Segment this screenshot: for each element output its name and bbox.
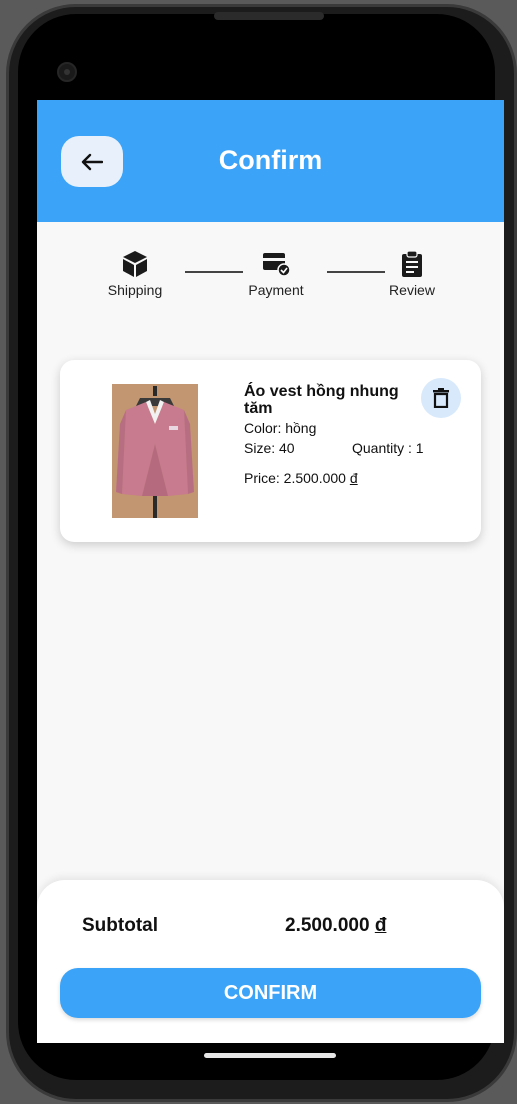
credit-card-check-icon [263,253,291,277]
subtotal-label: Subtotal [82,915,158,936]
trash-icon [433,388,449,408]
price-currency: đ [349,470,358,486]
app-bar: Confirm [37,100,504,222]
cart-item-card[interactable]: Áo vest hồng nhung tăm Color: hồng Size:… [60,360,481,542]
step-connector [327,271,385,273]
pink-suit-jacket-image [112,384,198,518]
subtotal-amount: 2.500.000 [285,915,375,936]
product-size: Size: 40 [244,440,295,456]
checkout-stepper: Shipping Payment Review [37,250,504,310]
phone-speaker-notch [214,12,324,20]
home-indicator[interactable] [204,1053,336,1058]
clipboard-icon [402,250,422,277]
suit-illustration [112,384,198,518]
step-shipping[interactable]: Shipping [97,250,173,298]
product-color: Color: hồng [244,420,317,436]
box-icon [123,251,147,277]
product-price: Price: 2.500.000 đ [244,470,358,486]
confirm-button[interactable]: CONFIRM [60,968,481,1018]
subtotal-currency: đ [374,915,387,936]
app-screen: Confirm Shipping Payment Review Áo vest … [37,100,504,1043]
step-payment[interactable]: Payment [238,250,314,298]
delete-item-button[interactable] [421,378,461,418]
front-camera [57,62,77,82]
step-label: Payment [248,282,304,298]
step-label: Shipping [107,282,163,298]
step-review[interactable]: Review [379,250,445,298]
subtotal-value: 2.500.000 đ [285,915,386,937]
checkout-summary: Subtotal 2.500.000 đ CONFIRM [37,880,504,1043]
step-connector [185,271,243,273]
product-name: Áo vest hồng nhung tăm [244,383,399,417]
price-amount: Price: 2.500.000 [244,470,350,486]
product-quantity: Quantity : 1 [352,440,424,456]
page-title: Confirm [218,145,323,175]
step-label: Review [389,282,435,298]
